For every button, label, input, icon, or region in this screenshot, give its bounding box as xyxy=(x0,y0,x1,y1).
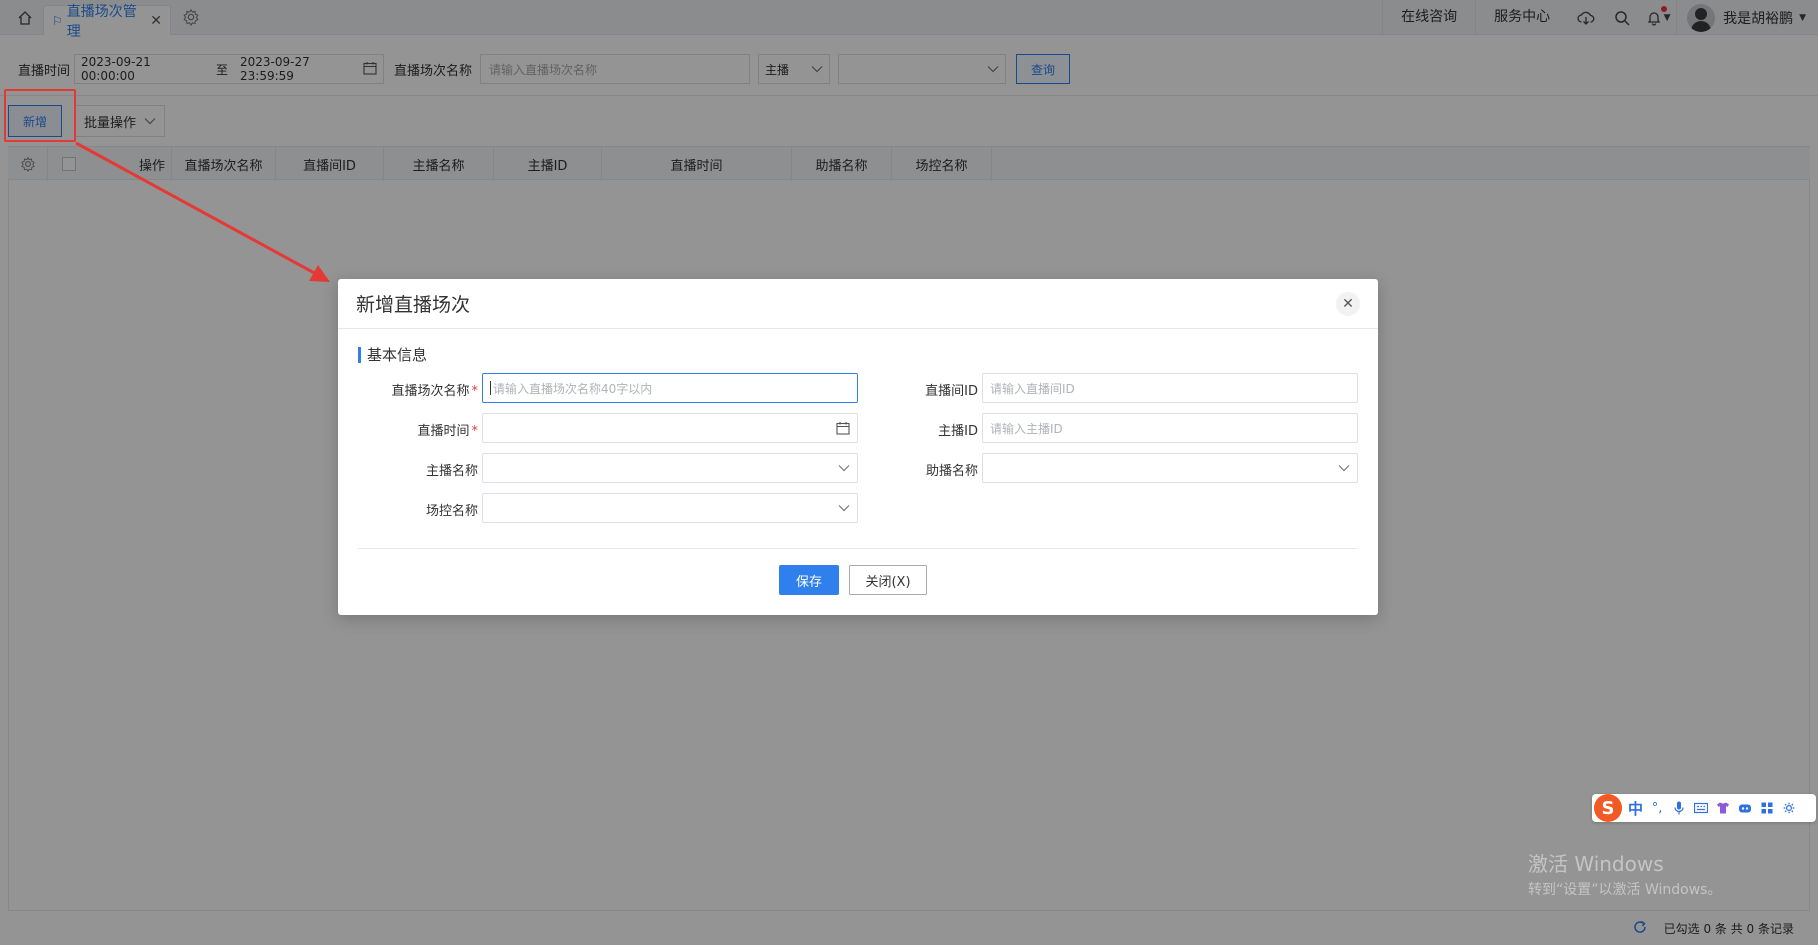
section-basic-info: 基本信息 xyxy=(358,344,427,365)
session-name-label: 直播场次名称 * xyxy=(391,384,478,399)
keyboard-icon[interactable] xyxy=(1693,800,1709,816)
calendar-icon xyxy=(836,421,850,435)
control-name-select[interactable] xyxy=(482,493,858,523)
anchor-id-input[interactable]: 请输入主播ID xyxy=(982,413,1358,443)
ime-mode-toggle[interactable]: 中 xyxy=(1628,798,1643,819)
apps-grid-icon[interactable] xyxy=(1759,800,1775,816)
live-time-picker[interactable] xyxy=(482,413,858,443)
dialog-close-icon[interactable]: ✕ xyxy=(1336,292,1360,316)
chevron-down-icon xyxy=(1338,464,1350,472)
live-time-label: 直播时间 * xyxy=(417,424,478,439)
session-name-input[interactable]: 请输入直播场次名称40字以内 xyxy=(482,373,858,403)
room-id-label: 直播间ID xyxy=(925,384,978,399)
section-title: 基本信息 xyxy=(367,346,428,364)
ime-settings-icon[interactable] xyxy=(1781,800,1797,816)
watermark-line-2: 转到“设置”以激活 Windows。 xyxy=(1528,882,1722,898)
ime-logo[interactable]: S xyxy=(1594,794,1622,822)
anchor-name-select[interactable] xyxy=(482,453,858,483)
session-name-placeholder: 请输入直播场次名称40字以内 xyxy=(493,381,653,396)
dialog-header: 新增直播场次 xyxy=(338,279,1378,329)
assistant-name-label: 助播名称 xyxy=(925,464,978,479)
ime-punctuation-toggle[interactable]: °, xyxy=(1649,800,1665,816)
annotation-highlight-box xyxy=(4,89,76,142)
skin-shirt-icon[interactable] xyxy=(1715,800,1731,816)
save-button[interactable]: 保存 xyxy=(779,565,839,595)
room-id-placeholder: 请输入直播间ID xyxy=(990,381,1075,396)
section-accent-bar xyxy=(358,346,361,363)
room-id-input[interactable]: 请输入直播间ID xyxy=(982,373,1358,403)
windows-activation-watermark: 激活 Windows 转到“设置”以激活 Windows。 xyxy=(1528,848,1721,899)
close-button[interactable]: 关闭(X) xyxy=(849,565,927,595)
anchor-id-label: 主播ID xyxy=(938,424,978,439)
robot-icon[interactable] xyxy=(1737,800,1753,816)
anchor-id-placeholder: 请输入主播ID xyxy=(990,421,1063,436)
dialog-divider xyxy=(358,548,1358,549)
assistant-name-select[interactable] xyxy=(982,453,1358,483)
ime-toolbar: S 中 °, xyxy=(1592,794,1816,822)
control-name-label: 场控名称 xyxy=(425,504,478,519)
dialog-title: 新增直播场次 xyxy=(356,294,471,316)
chevron-down-icon xyxy=(838,504,850,512)
watermark-line-1: 激活 Windows xyxy=(1528,852,1664,876)
chevron-down-icon xyxy=(838,464,850,472)
text-cursor xyxy=(490,381,491,395)
anchor-name-label: 主播名称 xyxy=(425,464,478,479)
microphone-icon[interactable] xyxy=(1671,800,1687,816)
add-session-dialog: 新增直播场次 ✕ 基本信息 直播场次名称 * 请输入直播场次名称40字以内 直播时… xyxy=(338,279,1378,615)
